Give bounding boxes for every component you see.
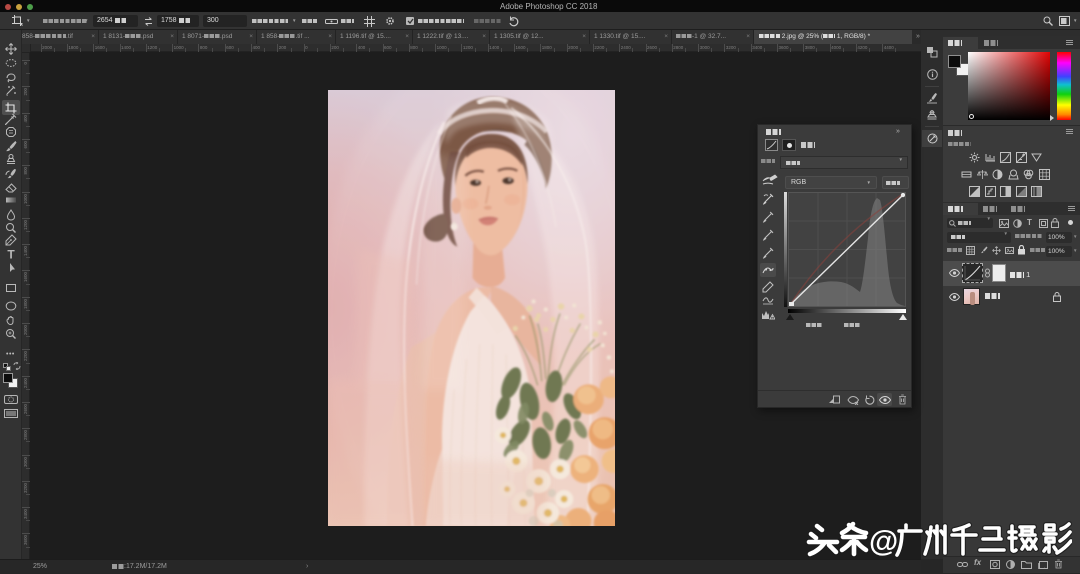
- svg-text:T: T: [7, 248, 15, 260]
- svg-text:@: @: [869, 525, 898, 558]
